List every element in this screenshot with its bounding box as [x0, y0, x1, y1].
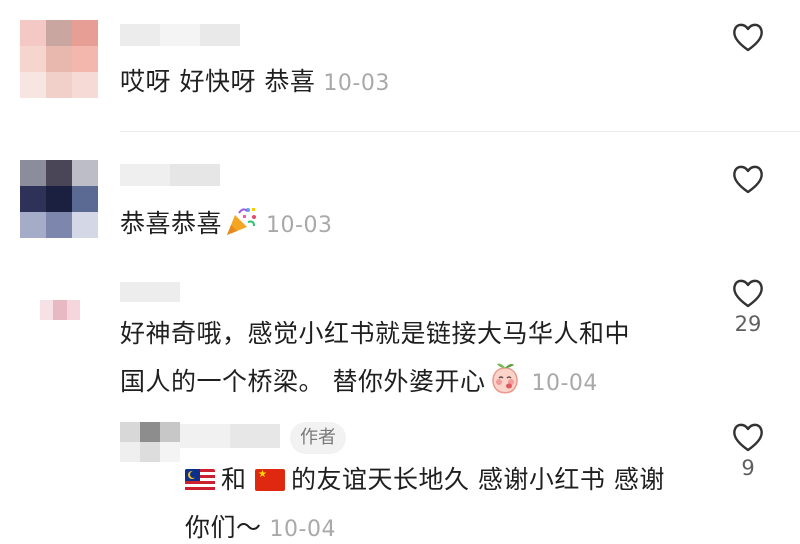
- author-badge: 作者: [290, 422, 346, 454]
- reply-date: 10-04: [269, 517, 336, 542]
- username[interactable]: [120, 24, 240, 46]
- comment-text: 好神奇哦，感觉小红书就是链接大马华人和中 国人的一个桥梁。 替你外婆开心 10-…: [120, 310, 630, 412]
- heart-icon: [733, 279, 763, 308]
- heart-icon: [733, 165, 763, 194]
- like-count: 9: [741, 456, 755, 480]
- comment-text: 恭喜恭喜 10-03: [120, 200, 332, 254]
- comment-date: 10-04: [531, 371, 598, 396]
- avatar[interactable]: [120, 422, 180, 462]
- like-button[interactable]: [718, 164, 778, 194]
- avatar[interactable]: [40, 300, 80, 320]
- comment-date: 10-03: [266, 213, 333, 238]
- heart-icon: [733, 23, 763, 52]
- party-popper-icon: [224, 204, 258, 254]
- reply-item: 作者 和 ★ 的友谊天长地久 感谢小红书 感谢 你们～ 10-04 9: [0, 410, 800, 544]
- like-button[interactable]: [718, 22, 778, 52]
- malaysia-flag-icon: [185, 469, 215, 491]
- heart-icon: [733, 423, 763, 452]
- username[interactable]: [120, 282, 180, 302]
- comment-item: 恭喜恭喜 10-03: [0, 140, 800, 270]
- like-count: 29: [734, 312, 762, 336]
- avatar[interactable]: [20, 20, 98, 98]
- comment-item: 哎呀 好快呀 恭喜 10-03: [0, 0, 800, 132]
- comment-item: 好神奇哦，感觉小红书就是链接大马华人和中 国人的一个桥梁。 替你外婆开心 10-…: [0, 270, 800, 410]
- username[interactable]: [180, 424, 280, 448]
- username[interactable]: [120, 164, 220, 186]
- avatar[interactable]: [20, 160, 98, 238]
- like-button[interactable]: 29: [718, 278, 778, 336]
- blushing-peach-icon: [487, 360, 523, 412]
- divider: [120, 131, 800, 132]
- reply-text: 和 ★ 的友谊天长地久 感谢小红书 感谢 你们～ 10-04: [185, 465, 665, 542]
- china-flag-icon: ★: [254, 469, 285, 491]
- comment-date: 10-03: [323, 71, 390, 96]
- comment-text: 哎呀 好快呀 恭喜 10-03: [120, 67, 390, 96]
- like-button[interactable]: 9: [718, 422, 778, 480]
